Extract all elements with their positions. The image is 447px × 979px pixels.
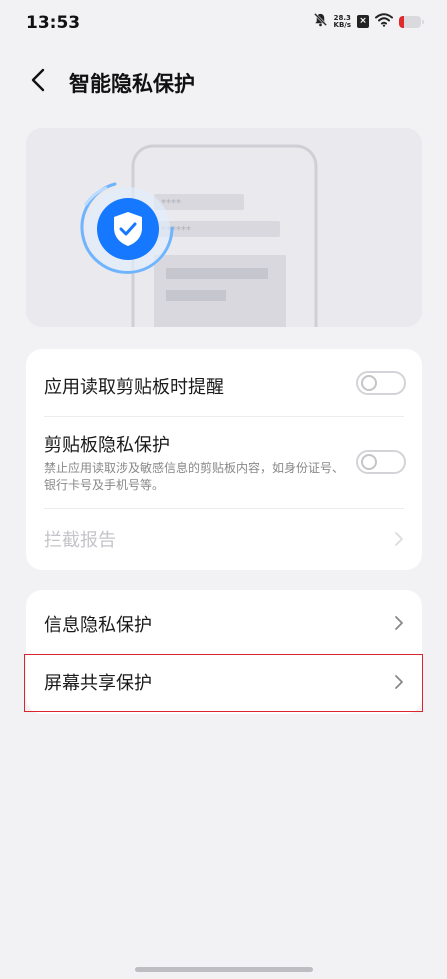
block-report-row[interactable]: 拦截报告 [26, 509, 422, 570]
bell-muted-icon [313, 12, 328, 31]
message-privacy-row[interactable]: 信息隐私保护 [26, 590, 422, 654]
status-icons: 28.3 KB/s × [313, 12, 424, 31]
privacy-illustration: **** ****** [26, 128, 422, 327]
clipboard-privacy-row[interactable]: 剪贴板隐私保护 禁止应用读取涉及敏感信息的剪贴板内容，如身份证号、银行卡号及手机… [26, 417, 422, 508]
clipboard-privacy-label: 剪贴板隐私保护 [44, 435, 170, 456]
highlight-box [24, 654, 423, 712]
masked-field-1: **** [161, 198, 181, 209]
page-title: 智能隐私保护 [69, 72, 195, 96]
sim-disabled-icon: × [357, 15, 369, 28]
block-report-label: 拦截报告 [44, 530, 116, 551]
home-indicator[interactable] [135, 967, 313, 972]
clipboard-privacy-description: 禁止应用读取涉及敏感信息的剪贴板内容，如身份证号、银行卡号及手机号等。 [44, 461, 345, 492]
chevron-right-icon [395, 616, 403, 630]
status-bar: 13:53 28.3 KB/s × [0, 0, 447, 48]
header: 智能隐私保护 [0, 60, 447, 104]
message-privacy-label: 信息隐私保护 [44, 615, 152, 636]
clipboard-read-alert-row[interactable]: 应用读取剪贴板时提醒 [26, 349, 422, 416]
clipboard-settings-card: 应用读取剪贴板时提醒 剪贴板隐私保护 禁止应用读取涉及敏感信息的剪贴板内容，如身… [26, 349, 422, 570]
net-speed: 28.3 KB/s [333, 14, 351, 29]
clipboard-read-alert-label: 应用读取剪贴板时提醒 [44, 377, 224, 398]
wifi-icon [375, 12, 393, 31]
back-button[interactable] [22, 64, 54, 100]
net-speed-unit: KB/s [333, 20, 351, 29]
clipboard-read-alert-toggle[interactable] [356, 371, 406, 395]
battery-icon [399, 15, 424, 28]
clipboard-privacy-toggle[interactable] [356, 450, 406, 474]
chevron-right-icon [395, 532, 403, 546]
status-time: 13:53 [26, 13, 81, 33]
back-arrow-icon [31, 68, 45, 96]
battery-level [399, 15, 404, 28]
